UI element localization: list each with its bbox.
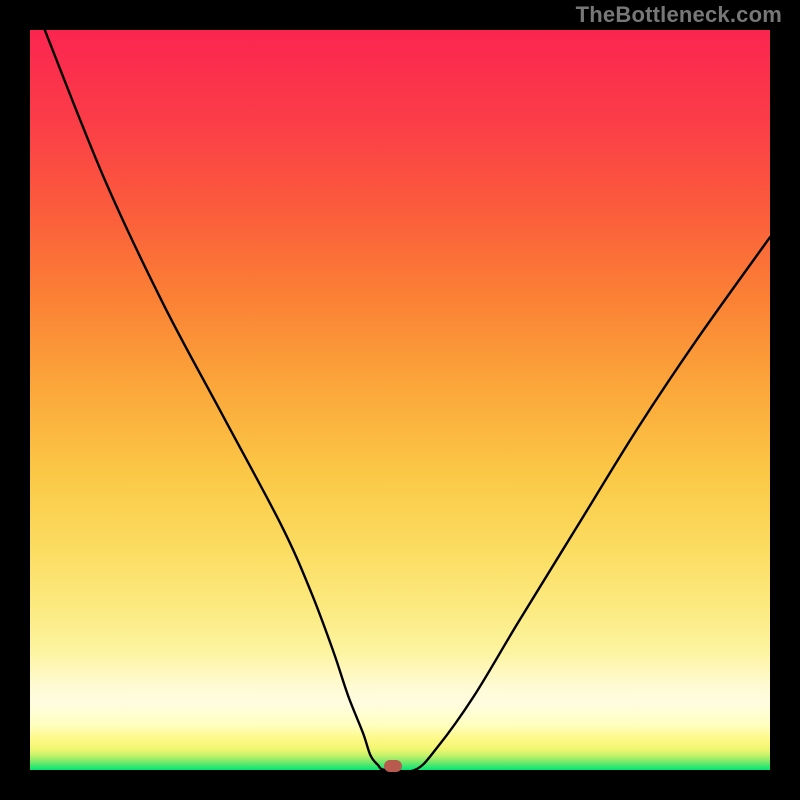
bottleneck-curve bbox=[30, 30, 770, 770]
curve-path bbox=[45, 30, 770, 770]
watermark-text: TheBottleneck.com bbox=[576, 2, 782, 28]
optimal-marker bbox=[384, 760, 402, 772]
plot-area bbox=[30, 30, 770, 770]
chart-frame: TheBottleneck.com bbox=[0, 0, 800, 800]
